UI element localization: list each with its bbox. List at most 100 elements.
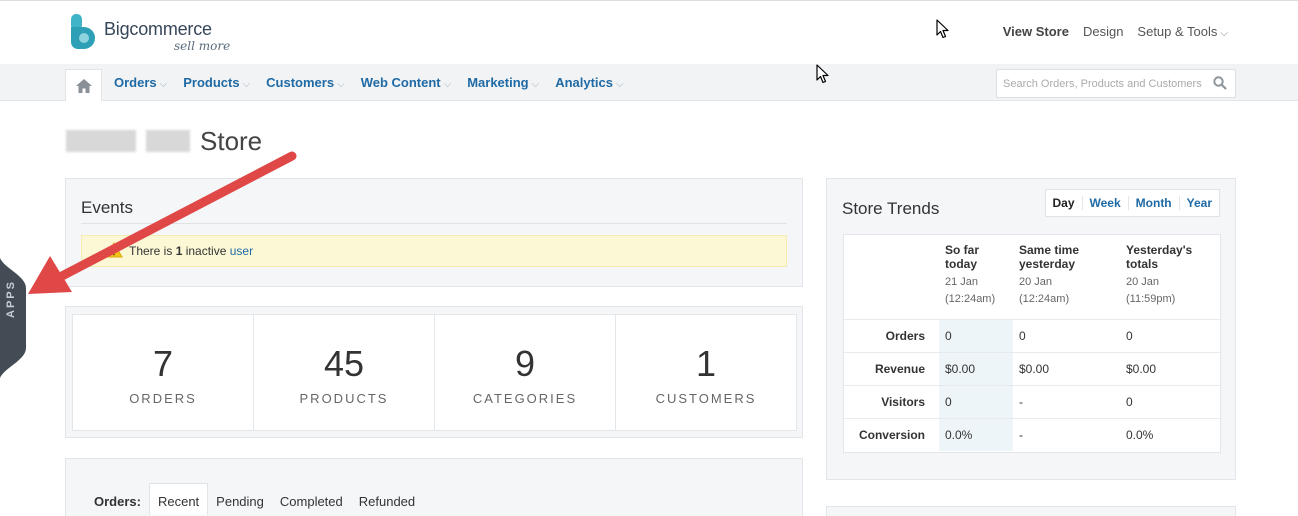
divider bbox=[81, 223, 787, 224]
column-time: (12:24am) bbox=[1018, 293, 1070, 305]
stat-value: 9 bbox=[514, 343, 536, 384]
column-date: 20 Jan bbox=[1126, 276, 1160, 288]
row-label: Revenue bbox=[844, 351, 939, 385]
chevron-down-icon: ⌵ bbox=[531, 79, 540, 90]
table-cell: 0 bbox=[1120, 384, 1220, 418]
secondary-panel bbox=[826, 506, 1236, 516]
bigcommerce-logo-icon bbox=[71, 14, 95, 49]
search-input[interactable] bbox=[997, 70, 1207, 97]
period-month[interactable]: Month bbox=[1129, 196, 1180, 210]
tab-refunded[interactable]: Refunded bbox=[351, 484, 423, 515]
nav-item-analytics[interactable]: Analytics ⌵ bbox=[555, 75, 623, 90]
column-header: So far today 21 Jan (12:24am) bbox=[939, 235, 1013, 319]
orders-tabs-label: Orders: bbox=[94, 494, 141, 509]
stats-panel: 7 ORDERS 45 PRODUCTS 9 CATEGORIES 1 CUST… bbox=[65, 306, 803, 438]
column-header: Same time yesterday 20 Jan (12:24am) bbox=[1013, 235, 1120, 319]
row-label: Conversion bbox=[844, 417, 939, 451]
stat-label: CATEGORIES bbox=[472, 391, 578, 406]
nav-item-web-content[interactable]: Web Content ⌵ bbox=[361, 75, 452, 90]
store-name: Store bbox=[200, 125, 263, 156]
stat-categories[interactable]: 9 CATEGORIES bbox=[435, 315, 616, 430]
top-links: View Store Design Setup & Tools ⌵ bbox=[1003, 24, 1228, 39]
nav-item-label: Analytics bbox=[555, 75, 614, 90]
nav-item-label: Orders bbox=[114, 75, 157, 90]
home-icon bbox=[75, 78, 92, 93]
mouse-cursor-icon bbox=[816, 64, 829, 84]
table-corner bbox=[844, 235, 939, 319]
chevron-down-icon: ⌵ bbox=[337, 79, 345, 90]
setup-tools-label: Setup & Tools bbox=[1137, 24, 1218, 39]
brand-logo[interactable]: Bigcommerce sell more bbox=[70, 13, 240, 57]
table-cell: $0.00 bbox=[1120, 351, 1220, 385]
period-week[interactable]: Week bbox=[1083, 196, 1129, 210]
column-date: 20 Jan bbox=[1018, 276, 1052, 288]
table-cell: 0 bbox=[939, 384, 1013, 418]
chevron-down-icon: ⌵ bbox=[616, 79, 624, 90]
orders-tabs: Orders: Recent Pending Completed Refunde… bbox=[94, 483, 423, 515]
chevron-down-icon: ⌵ bbox=[242, 79, 251, 90]
tab-completed[interactable]: Completed bbox=[272, 484, 351, 515]
trends-table: So far today 21 Jan (12:24am) Same time ye… bbox=[843, 234, 1221, 453]
stat-value: 45 bbox=[323, 343, 365, 384]
inactive-user-link[interactable]: user bbox=[230, 244, 253, 258]
nav-item-products[interactable]: Products ⌵ bbox=[183, 75, 250, 90]
brand-name: Bigcommerce bbox=[104, 19, 212, 39]
table-row: Orders 0 0 0 bbox=[844, 318, 1220, 352]
table-cell: 0.0% bbox=[1120, 417, 1220, 451]
table-row: Conversion 0.0% - 0.0% bbox=[844, 417, 1220, 451]
nav-menu: Orders ⌵ Products ⌵ Customers ⌵ Web Content… bbox=[114, 75, 624, 90]
nav-item-customers[interactable]: Customers ⌵ bbox=[266, 75, 345, 90]
nav-item-marketing[interactable]: Marketing ⌵ bbox=[467, 75, 539, 90]
stat-label: PRODUCTS bbox=[299, 391, 389, 406]
table-cell: 0 bbox=[939, 318, 1013, 352]
period-day[interactable]: Day bbox=[1046, 196, 1083, 210]
redacted-text bbox=[66, 130, 136, 152]
main-nav: Orders ⌵ Products ⌵ Customers ⌵ Web Content… bbox=[0, 64, 1298, 101]
stat-products[interactable]: 45 PRODUCTS bbox=[254, 315, 435, 430]
period-year[interactable]: Year bbox=[1180, 196, 1219, 210]
apps-tab-label: APPS bbox=[5, 280, 17, 318]
search-icon[interactable] bbox=[1213, 76, 1227, 90]
stat-label: ORDERS bbox=[129, 391, 197, 406]
tab-pending[interactable]: Pending bbox=[208, 484, 272, 515]
column-title: Same time yesterday bbox=[1018, 243, 1079, 271]
warning-icon bbox=[105, 242, 123, 258]
store-trends-panel: Store Trends Day Week Month Year So far … bbox=[826, 178, 1236, 480]
view-store-link[interactable]: View Store bbox=[1003, 24, 1069, 39]
admin-dashboard: Bigcommerce sell more View Store Design … bbox=[0, 0, 1298, 516]
period-selector: Day Week Month Year bbox=[1044, 189, 1220, 217]
tab-recent[interactable]: Recent bbox=[148, 483, 209, 515]
alert-prefix: There is bbox=[129, 244, 176, 258]
stat-orders[interactable]: 7 ORDERS bbox=[73, 315, 254, 430]
table-cell: 0 bbox=[1120, 318, 1220, 352]
table-row: Visitors 0 - 0 bbox=[844, 384, 1220, 418]
redacted-text bbox=[146, 130, 190, 152]
setup-tools-menu[interactable]: Setup & Tools ⌵ bbox=[1137, 24, 1228, 39]
inactive-user-alert: There is 1 inactive user bbox=[81, 235, 787, 267]
stat-customers[interactable]: 1 CUSTOMERS bbox=[616, 315, 796, 430]
nav-item-label: Products bbox=[183, 75, 240, 90]
brand-tagline: sell more bbox=[174, 39, 231, 53]
top-bar: Bigcommerce sell more View Store Design … bbox=[0, 0, 1298, 64]
table-cell: - bbox=[1012, 417, 1120, 451]
table-cell: - bbox=[1012, 384, 1120, 418]
stats-grid: 7 ORDERS 45 PRODUCTS 9 CATEGORIES 1 CUST… bbox=[72, 314, 797, 431]
column-title: So far today bbox=[945, 243, 980, 271]
apps-tab[interactable] bbox=[0, 258, 26, 378]
column-date: 21 Jan bbox=[945, 276, 979, 288]
mouse-cursor-icon bbox=[936, 19, 949, 39]
events-panel: Events There is 1 inactive user bbox=[65, 178, 803, 287]
search-box bbox=[996, 69, 1236, 98]
alert-message: There is 1 inactive user bbox=[129, 244, 253, 258]
home-tab[interactable] bbox=[65, 69, 102, 101]
table-cell: 0 bbox=[1012, 318, 1120, 352]
stat-value: 7 bbox=[152, 343, 174, 384]
row-label: Visitors bbox=[844, 384, 939, 418]
design-link[interactable]: Design bbox=[1083, 24, 1123, 39]
table-cell: $0.00 bbox=[939, 351, 1013, 385]
orders-panel: Orders: Recent Pending Completed Refunde… bbox=[65, 458, 803, 516]
chevron-down-icon: ⌵ bbox=[1220, 28, 1228, 39]
stat-value: 1 bbox=[695, 343, 717, 384]
table-cell: 0.0% bbox=[939, 417, 1013, 451]
nav-item-orders[interactable]: Orders ⌵ bbox=[114, 75, 167, 90]
